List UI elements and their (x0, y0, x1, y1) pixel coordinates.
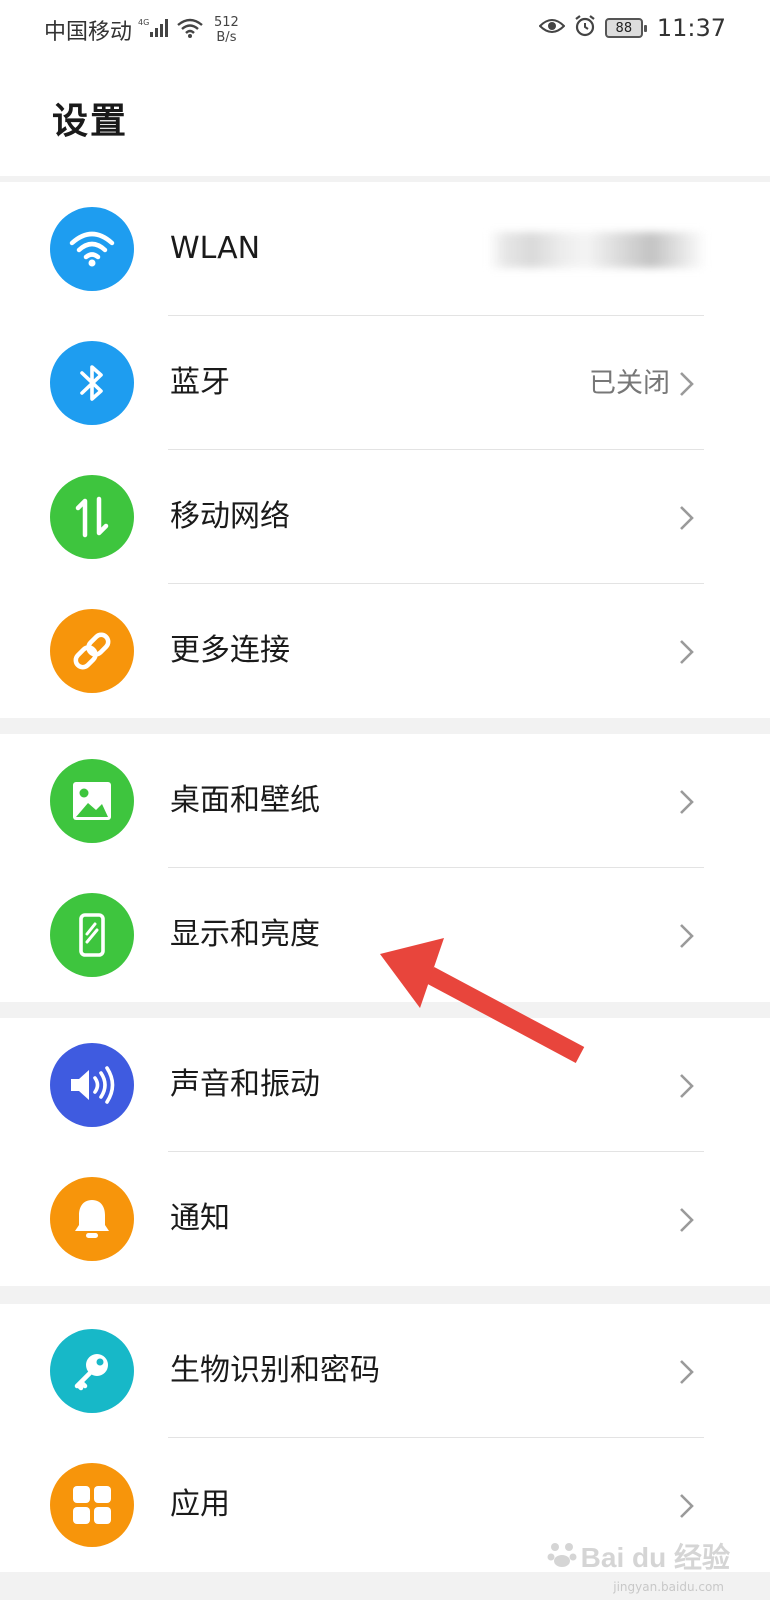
settings-item-home-wallpaper[interactable]: 桌面和壁纸 (0, 734, 770, 868)
image-icon (50, 759, 134, 843)
settings-item-label: 生物识别和密码 (170, 1353, 380, 1388)
chevron-right-icon (680, 1074, 694, 1098)
page-title: 设置 (52, 101, 129, 142)
speed-unit: B/s (216, 30, 237, 45)
paw-logo-icon (547, 1539, 577, 1573)
wifi-icon (50, 207, 134, 291)
network-speed: 512 B/s (214, 15, 239, 45)
link-icon (50, 609, 134, 693)
settings-item-label: WLAN (170, 231, 261, 266)
bluetooth-status: 已关闭 (589, 368, 670, 399)
speaker-icon (50, 1043, 134, 1127)
settings-item-biometrics-password[interactable]: 生物识别和密码 (0, 1304, 770, 1438)
key-icon (50, 1329, 134, 1413)
watermark-brand: Bai du 经验 (580, 1542, 730, 1573)
settings-item-label: 显示和亮度 (170, 917, 320, 952)
chevron-right-icon (680, 1494, 694, 1518)
chevron-right-icon (680, 924, 694, 948)
chevron-right-icon (680, 506, 694, 530)
eye-icon (538, 17, 566, 39)
carrier-name: 中国移动 (44, 20, 133, 45)
settings-item-label: 应用 (170, 1487, 230, 1522)
mobile-data-icon (50, 475, 134, 559)
chevron-right-icon (680, 790, 694, 814)
watermark-url: jingyan.baidu.com (613, 1580, 724, 1594)
blurred-wlan-network-name (488, 232, 706, 268)
apps-grid-icon (50, 1463, 134, 1547)
speed-value: 512 (214, 15, 239, 30)
baidu-watermark: Bai du 经验 (547, 1536, 730, 1576)
chevron-right-icon (680, 640, 694, 664)
chevron-right-icon (680, 1360, 694, 1384)
settings-item-label: 更多连接 (170, 633, 290, 668)
battery-indicator: 88 (604, 18, 647, 38)
bluetooth-icon (50, 341, 134, 425)
phone-display-icon (50, 893, 134, 977)
settings-item-notifications[interactable]: 通知 (0, 1152, 770, 1286)
settings-item-mobile-network[interactable]: 移动网络 (0, 450, 770, 584)
status-bar: 中国移动 4G 512 B/s 88 11:37 (0, 0, 770, 58)
wifi-status-icon (176, 17, 204, 43)
settings-item-label: 蓝牙 (170, 365, 230, 400)
settings-item-label: 声音和振动 (170, 1067, 320, 1102)
settings-item-label: 移动网络 (170, 499, 290, 534)
bell-icon (50, 1177, 134, 1261)
chevron-right-icon (680, 372, 694, 396)
cellular-signal-icon: 4G (138, 17, 170, 43)
network-type-label: 4G (138, 18, 149, 27)
annotation-arrow (380, 938, 585, 1063)
settings-item-more-connections[interactable]: 更多连接 (0, 584, 770, 718)
settings-item-label: 通知 (170, 1201, 230, 1236)
clock: 11:37 (656, 14, 726, 42)
settings-item-bluetooth[interactable]: 蓝牙 已关闭 (0, 316, 770, 450)
alarm-icon (573, 14, 597, 42)
settings-group-security-apps: 生物识别和密码 应用 (0, 1304, 770, 1572)
settings-item-label: 桌面和壁纸 (170, 783, 320, 818)
page-header: 设置 (0, 58, 770, 176)
chevron-right-icon (680, 1208, 694, 1232)
